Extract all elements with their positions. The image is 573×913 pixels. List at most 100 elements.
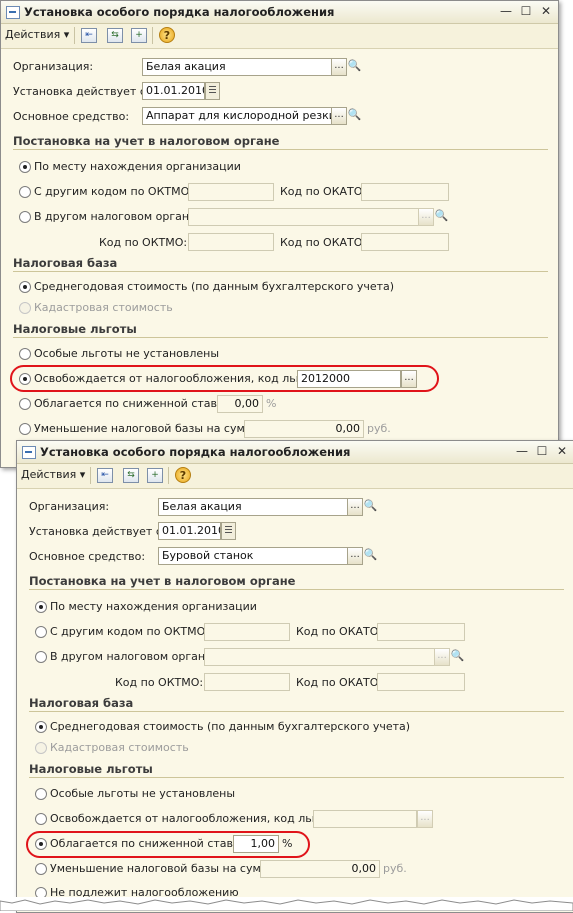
radio-by-location[interactable]: [35, 601, 47, 613]
okato-field[interactable]: [377, 623, 465, 641]
highlight-oval: [10, 365, 439, 392]
actions-label: Действия: [5, 28, 61, 41]
window-1: Установка особого порядка налогообложени…: [0, 0, 559, 468]
radio-reduced-rate[interactable]: [19, 398, 31, 410]
minimize-button[interactable]: —: [497, 3, 515, 19]
org-open-icon[interactable]: 🔍: [363, 498, 378, 516]
section-registration: Постановка на учет в налоговом органе: [13, 134, 280, 148]
radio-no-benefits-label: Особые льготы не установлены: [34, 347, 220, 360]
highlight-oval: [26, 831, 310, 858]
radio-by-location[interactable]: [19, 161, 31, 173]
rub-unit: руб.: [367, 422, 391, 435]
maximize-button[interactable]: ☐: [517, 3, 535, 19]
radio-other-authority-label: В другом налоговом органе:: [34, 210, 200, 223]
authority-okato-field[interactable]: [377, 673, 465, 691]
reduced-rate-field[interactable]: 0,00: [217, 395, 263, 413]
window-2: Установка особого порядка налогообложени…: [16, 440, 573, 913]
org-label: Организация:: [13, 60, 94, 73]
radio-exempt[interactable]: [35, 813, 47, 825]
actions-menu[interactable]: Действия ▾: [5, 28, 69, 41]
divider: [13, 271, 548, 272]
section-registration: Постановка на учет в налоговом органе: [29, 574, 296, 588]
asset-select-button[interactable]: ...: [331, 107, 347, 125]
org-field[interactable]: Белая акация: [158, 498, 348, 516]
radio-base-reduction-label: Уменьшение налоговой базы на сумму:: [34, 422, 264, 435]
radio-other-oktmo[interactable]: [19, 186, 31, 198]
base-reduction-field[interactable]: 0,00: [244, 420, 364, 438]
close-button[interactable]: ✕: [537, 3, 555, 19]
section-benefits: Налоговые льготы: [13, 322, 137, 336]
section-tax-base: Налоговая база: [29, 696, 134, 710]
calendar-icon[interactable]: [205, 82, 220, 100]
asset-field[interactable]: Буровой станок: [158, 547, 348, 565]
radio-avg-cost[interactable]: [35, 721, 47, 733]
benefit-code-field[interactable]: [313, 810, 417, 828]
asset-field[interactable]: Аппарат для кислородной резки ме: [142, 107, 332, 125]
okato-label: Код по ОКАТО:: [280, 236, 367, 249]
authority-open-icon[interactable]: 🔍: [434, 208, 449, 226]
org-open-icon[interactable]: 🔍: [347, 58, 362, 76]
date-field[interactable]: 01.01.2010: [142, 82, 205, 100]
actions-menu[interactable]: Действия ▾: [21, 468, 85, 481]
maximize-button[interactable]: ☐: [533, 443, 551, 459]
authority-select-button[interactable]: ...: [434, 648, 450, 666]
radio-no-benefits-label: Особые льготы не установлены: [50, 787, 236, 800]
radio-no-benefits[interactable]: [35, 788, 47, 800]
window-2-titlebar[interactable]: Установка особого порядка налогообложени…: [17, 441, 573, 464]
radio-cadastral[interactable]: [35, 742, 47, 754]
radio-avg-cost[interactable]: [19, 281, 31, 293]
window-2-toolbar: Действия ▾ ⇤ ⇆ + ?: [17, 464, 573, 489]
add-document-icon[interactable]: +: [131, 28, 147, 43]
calendar-icon[interactable]: [221, 522, 236, 540]
add-document-icon[interactable]: +: [147, 468, 163, 483]
divider: [13, 337, 548, 338]
radio-other-oktmo[interactable]: [35, 626, 47, 638]
radio-cadastral-label: Кадастровая стоимость: [34, 301, 173, 314]
radio-by-location-label: По месту нахождения организации: [34, 160, 241, 173]
radio-by-location-label: По месту нахождения организации: [50, 600, 257, 613]
help-icon[interactable]: ?: [159, 27, 175, 43]
radio-cadastral[interactable]: [19, 302, 31, 314]
radio-exempt-label: Освобождается от налогообложения, код ль…: [50, 812, 344, 825]
date-field[interactable]: 01.01.2010: [158, 522, 221, 540]
window-1-titlebar[interactable]: Установка особого порядка налогообложени…: [1, 1, 558, 24]
asset-select-button[interactable]: ...: [347, 547, 363, 565]
post-and-close-icon[interactable]: ⇤: [97, 468, 113, 483]
org-select-button[interactable]: ...: [347, 498, 363, 516]
post-icon[interactable]: ⇆: [107, 28, 123, 43]
radio-avg-cost-label: Среднегодовая стоимость (по данным бухга…: [34, 280, 395, 293]
authority-open-icon[interactable]: 🔍: [450, 648, 465, 666]
minimize-button[interactable]: —: [513, 443, 531, 459]
authority-okato-field[interactable]: [361, 233, 449, 251]
radio-other-authority[interactable]: [35, 651, 47, 663]
radio-no-benefits[interactable]: [19, 348, 31, 360]
help-icon[interactable]: ?: [175, 467, 191, 483]
asset-open-icon[interactable]: 🔍: [363, 547, 378, 565]
close-button[interactable]: ✕: [553, 443, 571, 459]
oktmo-field[interactable]: [188, 183, 274, 201]
post-and-close-icon[interactable]: ⇤: [81, 28, 97, 43]
radio-other-authority[interactable]: [19, 211, 31, 223]
radio-cadastral-label: Кадастровая стоимость: [50, 741, 189, 754]
authority-oktmo-field[interactable]: [204, 673, 290, 691]
window-1-title: Установка особого порядка налогообложени…: [24, 5, 335, 19]
radio-base-reduction-label: Уменьшение налоговой базы на сумму:: [50, 862, 280, 875]
oktmo-field[interactable]: [204, 623, 290, 641]
authority-select-button[interactable]: ...: [418, 208, 434, 226]
authority-oktmo-field[interactable]: [188, 233, 274, 251]
torn-edge: [0, 897, 573, 911]
org-select-button[interactable]: ...: [331, 58, 347, 76]
date-label: Установка действует с:: [13, 85, 150, 98]
okato-field[interactable]: [361, 183, 449, 201]
authority-field[interactable]: [188, 208, 419, 226]
radio-other-oktmo-label: С другим кодом по ОКТМО:: [50, 625, 209, 638]
asset-open-icon[interactable]: 🔍: [347, 107, 362, 125]
org-field[interactable]: Белая акация: [142, 58, 332, 76]
post-icon[interactable]: ⇆: [123, 468, 139, 483]
radio-base-reduction[interactable]: [19, 423, 31, 435]
benefit-code-select-button[interactable]: ...: [417, 810, 433, 828]
radio-base-reduction[interactable]: [35, 863, 47, 875]
window-2-title: Установка особого порядка налогообложени…: [40, 445, 351, 459]
base-reduction-field[interactable]: 0,00: [260, 860, 380, 878]
authority-field[interactable]: [204, 648, 435, 666]
